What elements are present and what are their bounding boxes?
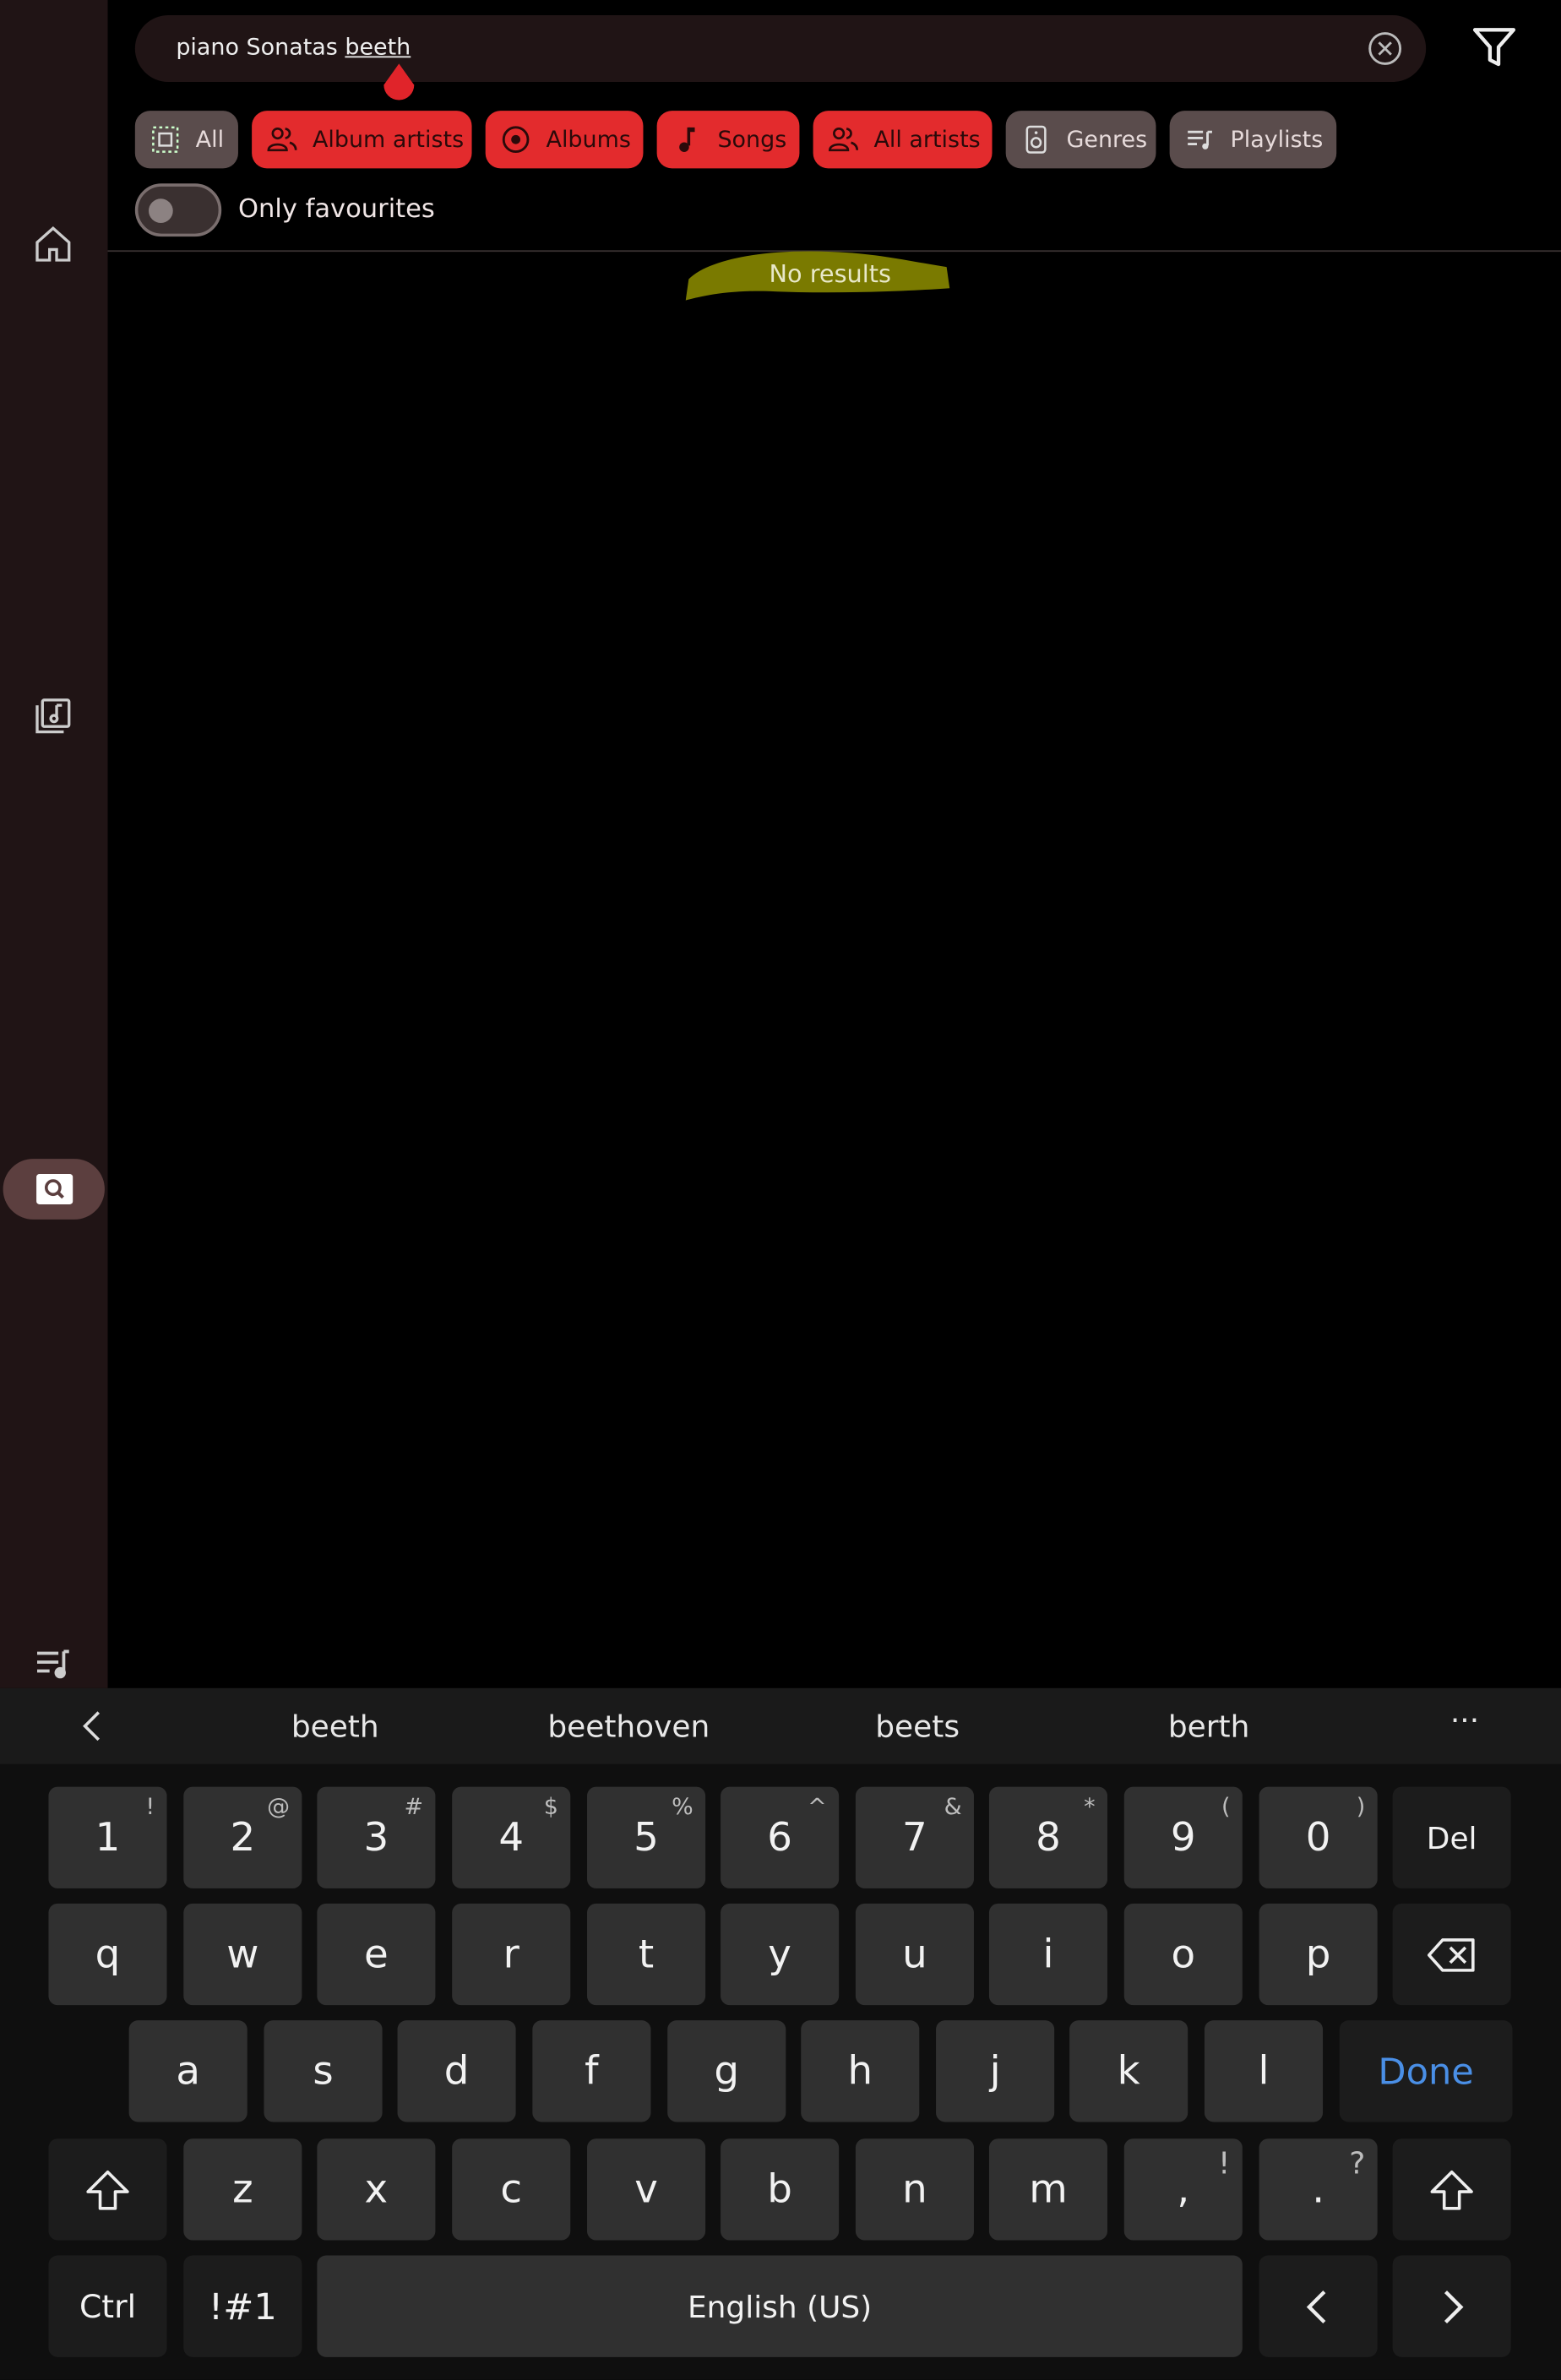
people-icon [829, 127, 859, 152]
queue-music-icon[interactable] [27, 1638, 79, 1690]
key-n[interactable]: n [855, 2138, 974, 2241]
backspace-icon [1427, 1937, 1475, 1971]
key-0[interactable]: 0) [1259, 1786, 1378, 1888]
suggestion-item[interactable]: beethoven [547, 1708, 710, 1744]
toggle-knob [148, 198, 173, 223]
key-t[interactable]: t [587, 1903, 706, 2006]
key-p[interactable]: p [1259, 1903, 1378, 2006]
shift-left-key[interactable] [48, 2138, 167, 2241]
key-5[interactable]: 5% [587, 1786, 706, 1888]
done-key[interactable]: Done [1339, 2020, 1513, 2122]
album-disc-icon [502, 126, 530, 154]
key-8[interactable]: 8 * [988, 1786, 1108, 1888]
more-suggestions-icon[interactable]: ··· [1450, 1702, 1479, 1738]
key-r[interactable]: r [452, 1903, 571, 2006]
people-icon [267, 127, 297, 152]
chip-label: Albums [546, 126, 631, 154]
chip-all-artists[interactable]: All artists [813, 111, 993, 169]
key-q[interactable]: q [48, 1903, 167, 2006]
chip-playlists[interactable]: Playlists [1169, 111, 1337, 169]
chip-label: Songs [717, 126, 787, 154]
search-field[interactable]: piano Sonatas beeth [134, 14, 1427, 82]
key-comma[interactable]: ,! [1123, 2138, 1243, 2241]
key-9[interactable]: 9( [1123, 1786, 1243, 1888]
suggestion-item[interactable]: berth [1168, 1708, 1250, 1744]
navigation-sidebar [0, 0, 108, 1688]
chip-label: All artists [873, 126, 981, 154]
key-b[interactable]: b [721, 2138, 840, 2241]
chevron-left-icon[interactable] [76, 1708, 110, 1744]
key-c[interactable]: c [452, 2138, 571, 2241]
shift-right-key[interactable] [1392, 2138, 1511, 2241]
only-favourites-toggle[interactable] [134, 183, 222, 237]
arrow-right-icon [1444, 2290, 1464, 2323]
key-period[interactable]: .? [1259, 2138, 1378, 2241]
shift-icon [86, 2170, 129, 2209]
chip-songs[interactable]: Songs [656, 111, 800, 169]
chip-label: All [195, 126, 225, 154]
key-3[interactable]: 3 # [317, 1786, 436, 1888]
key-w[interactable]: w [183, 1903, 302, 2006]
shift-icon [1430, 2170, 1473, 2209]
key-d[interactable]: d [397, 2020, 516, 2122]
key-e[interactable]: e [317, 1903, 436, 2006]
key-k[interactable]: k [1069, 2020, 1188, 2122]
key-j[interactable]: j [936, 2020, 1055, 2122]
select-all-icon [152, 126, 179, 153]
home-icon[interactable] [27, 219, 79, 270]
symbols-key[interactable]: !#1 [183, 2255, 302, 2357]
suggestion-bar [0, 1687, 1561, 1764]
key-a[interactable]: a [128, 2020, 247, 2122]
library-music-icon[interactable] [27, 690, 79, 742]
clear-search-icon[interactable] [1365, 29, 1405, 68]
chip-album-artists[interactable]: Album artists [252, 111, 472, 169]
no-results-message: No results [769, 259, 892, 289]
space-key[interactable]: English (US) [317, 2255, 1243, 2357]
chip-genres[interactable]: Genres [1005, 111, 1156, 169]
key-x[interactable]: x [317, 2138, 436, 2241]
ctrl-key[interactable]: Ctrl [48, 2255, 167, 2357]
key-m[interactable]: m [988, 2138, 1108, 2241]
key-4[interactable]: 4 $ [452, 1786, 571, 1888]
filter-icon[interactable] [1468, 21, 1520, 73]
key-7[interactable]: 7 & [855, 1786, 974, 1888]
suggestion-item[interactable]: beets [875, 1708, 960, 1744]
key-2[interactable]: 2 @ [183, 1786, 302, 1888]
cursor-right-key[interactable] [1392, 2255, 1511, 2357]
key-s[interactable]: s [264, 2020, 383, 2122]
only-favourites-label: Only favourites [237, 193, 435, 225]
chip-all[interactable]: All [134, 111, 238, 169]
cursor-left-key[interactable] [1259, 2255, 1378, 2357]
key-l[interactable]: l [1204, 2020, 1324, 2122]
chip-albums[interactable]: Albums [485, 111, 644, 169]
key-v[interactable]: v [587, 2138, 706, 2241]
search-input[interactable]: piano Sonatas beeth [176, 34, 411, 61]
speaker-icon [1025, 125, 1047, 154]
key-z[interactable]: z [183, 2138, 302, 2241]
del-key[interactable]: Del [1392, 1786, 1511, 1888]
suggestion-item[interactable]: beeth [291, 1708, 379, 1744]
key-f[interactable]: f [532, 2020, 651, 2122]
arrow-left-icon [1306, 2290, 1326, 2323]
chip-label: Genres [1066, 126, 1148, 154]
text-cursor-handle-icon[interactable] [381, 63, 417, 106]
key-u[interactable]: u [855, 1903, 974, 2006]
key-6[interactable]: 6 ^ [721, 1786, 840, 1888]
key-i[interactable]: i [988, 1903, 1108, 2006]
music-note-icon [679, 127, 695, 152]
key-y[interactable]: y [721, 1903, 840, 2006]
key-g[interactable]: g [667, 2020, 786, 2122]
key-1[interactable]: 1! [48, 1786, 167, 1888]
search-icon[interactable] [3, 1159, 105, 1220]
key-o[interactable]: o [1123, 1903, 1243, 2006]
key-h[interactable]: h [801, 2020, 920, 2122]
search-composing-text: beeth [345, 33, 411, 61]
chip-label: Album artists [312, 126, 465, 154]
backspace-key[interactable] [1392, 1903, 1511, 2006]
playlist-icon [1188, 130, 1212, 149]
chip-label: Playlists [1230, 126, 1324, 154]
